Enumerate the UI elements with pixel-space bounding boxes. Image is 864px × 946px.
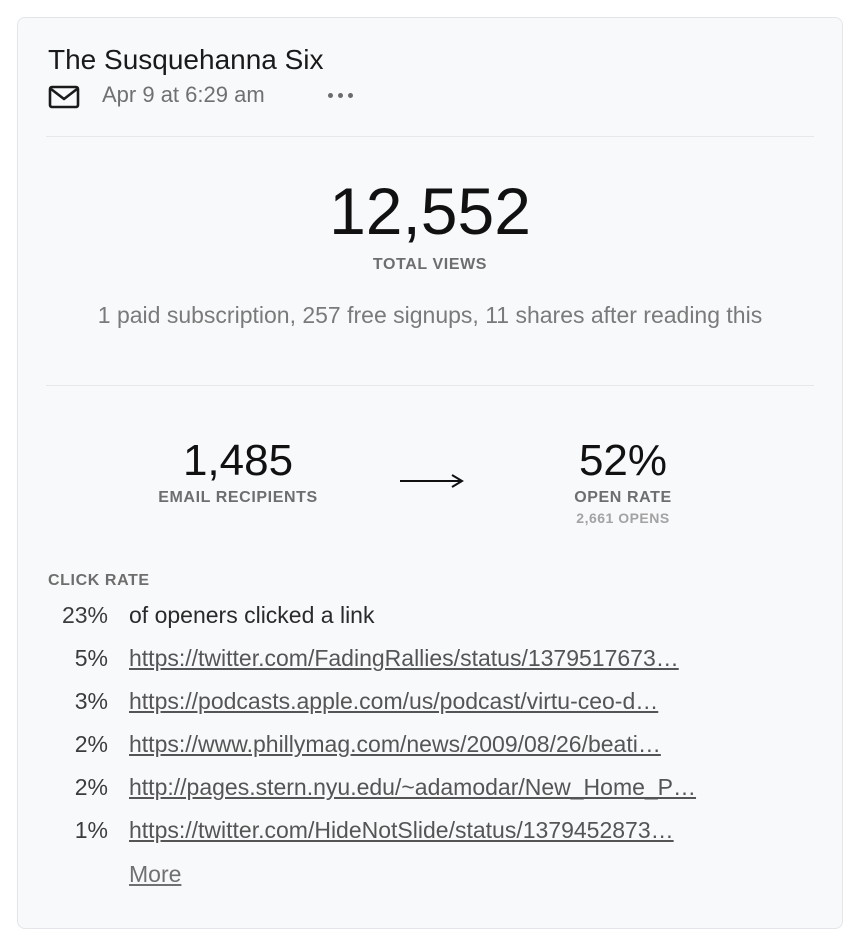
divider: [46, 136, 814, 137]
click-rate-heading: CLICK RATE: [48, 572, 150, 589]
post-title[interactable]: The Susquehanna Six: [48, 44, 324, 76]
views-summary: 1 paid subscription, 257 free signups, 1…: [97, 302, 763, 328]
email-recipients-count: 1,485: [182, 436, 294, 485]
link-url[interactable]: http://pages.stern.nyu.edu/~adamodar/New…: [129, 774, 819, 801]
link-pct: 2%: [74, 731, 108, 757]
post-meta: Apr 9 at 6:29 am: [48, 80, 448, 114]
link-row: 3% https://podcasts.apple.com/us/podcast…: [18, 688, 844, 722]
divider: [46, 385, 814, 386]
email-recipients-stat: 1,485 EMAIL RECIPIENTS: [138, 439, 338, 507]
link-url[interactable]: https://twitter.com/FadingRallies/status…: [129, 645, 819, 672]
more-dots-icon[interactable]: [324, 80, 358, 112]
link-pct: 1%: [74, 817, 108, 843]
link-pct: 5%: [74, 645, 108, 671]
opens-count: 2,661 OPENS: [576, 510, 670, 526]
link-row: 1% https://twitter.com/HideNotSlide/stat…: [18, 817, 844, 851]
click-rate-overall: 23% of openers clicked a link: [18, 602, 844, 636]
mail-icon: [48, 85, 80, 109]
more-links-button[interactable]: More: [129, 861, 181, 888]
link-pct: 3%: [74, 688, 108, 714]
link-pct: 2%: [74, 774, 108, 800]
click-rate-text: of openers clicked a link: [129, 602, 375, 628]
total-views-count: 12,552: [329, 174, 531, 248]
post-stats-card: The Susquehanna Six Apr 9 at 6:29 am 12,…: [17, 17, 843, 929]
link-row: 5% https://twitter.com/FadingRallies/sta…: [18, 645, 844, 679]
link-row: 2% http://pages.stern.nyu.edu/~adamodar/…: [18, 774, 844, 808]
click-rate-pct: 23%: [61, 602, 108, 628]
link-url[interactable]: https://twitter.com/HideNotSlide/status/…: [129, 817, 819, 844]
link-row: 2% https://www.phillymag.com/news/2009/0…: [18, 731, 844, 765]
open-rate-label: OPEN RATE: [574, 489, 672, 506]
open-rate-value: 52%: [578, 436, 668, 485]
email-recipients-label: EMAIL RECIPIENTS: [158, 489, 318, 506]
arrow-right-icon: [400, 474, 464, 488]
link-url[interactable]: https://www.phillymag.com/news/2009/08/2…: [129, 731, 819, 758]
link-url[interactable]: https://podcasts.apple.com/us/podcast/vi…: [129, 688, 819, 715]
open-rate-stat: 52% OPEN RATE 2,661 OPENS: [523, 436, 723, 527]
post-date: Apr 9 at 6:29 am: [102, 82, 265, 107]
total-views-label: TOTAL VIEWS: [372, 256, 488, 273]
